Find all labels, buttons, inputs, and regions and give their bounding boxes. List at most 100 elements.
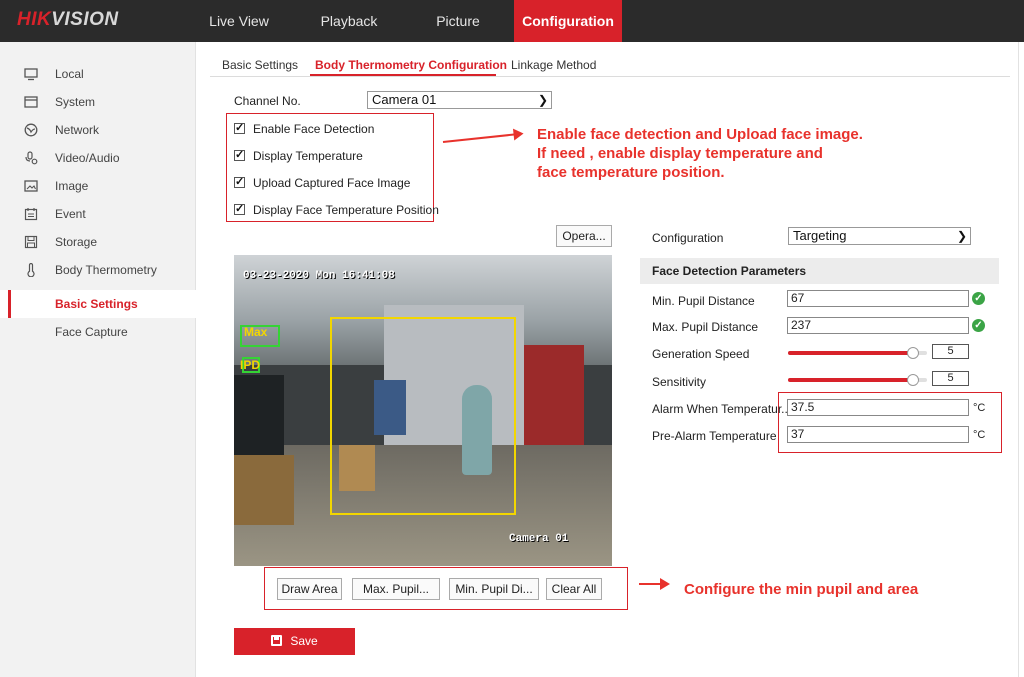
annotation-top-line1: Enable face detection and Upload face im… bbox=[537, 126, 863, 143]
sidebar-item-image[interactable]: Image bbox=[0, 172, 196, 200]
check-circle-icon: ✓ bbox=[972, 319, 985, 332]
sidebar-item-label: Local bbox=[55, 67, 84, 81]
annotation-top-line3: face temperature position. bbox=[537, 164, 725, 181]
live-video-preview[interactable]: 03-23-2020 Mon 16:41:08 Max IPD Camera 0… bbox=[234, 255, 612, 566]
pre-alarm-temperature-label: Pre-Alarm Temperature bbox=[652, 429, 777, 443]
thermometer-icon bbox=[27, 263, 35, 277]
sensitivity-label: Sensitivity bbox=[652, 375, 707, 389]
sidebar-item-label: Event bbox=[55, 207, 86, 221]
tab-body-thermometry-configuration[interactable]: Body Thermometry Configuration bbox=[315, 58, 507, 72]
video-scene-red-wall bbox=[524, 345, 584, 455]
tab-linkage-method[interactable]: Linkage Method bbox=[511, 58, 596, 72]
check-circle-icon: ✓ bbox=[972, 292, 985, 305]
display-temperature-checkbox[interactable] bbox=[234, 148, 245, 161]
min-pupil-button[interactable]: Min. Pupil Di... bbox=[449, 578, 539, 600]
max-pupil-button[interactable]: Max. Pupil... bbox=[352, 578, 440, 600]
sidebar-item-label: Image bbox=[55, 179, 89, 193]
pre-alarm-temperature-unit: °C bbox=[973, 429, 986, 441]
nav-configuration[interactable]: Configuration bbox=[514, 0, 622, 42]
max-pupil-label: Max bbox=[244, 325, 268, 339]
pre-alarm-temperature-input[interactable]: 37 bbox=[787, 426, 969, 443]
video-scene-boxes bbox=[234, 455, 294, 525]
opera-button[interactable]: Opera... bbox=[556, 225, 612, 247]
sidebar-item-label: Storage bbox=[55, 235, 98, 249]
sensitivity-value[interactable]: 5 bbox=[932, 371, 969, 386]
system-icon bbox=[24, 96, 38, 108]
upload-captured-face-image-checkbox[interactable] bbox=[234, 175, 245, 188]
chevron-down-icon: ❯ bbox=[537, 93, 548, 107]
image-icon bbox=[24, 180, 38, 192]
clear-all-button[interactable]: Clear All bbox=[546, 578, 602, 600]
draw-area-button[interactable]: Draw Area bbox=[277, 578, 342, 600]
monitor-icon bbox=[24, 68, 38, 81]
max-pupil-distance-input[interactable]: 237 bbox=[787, 317, 969, 334]
detection-area-rectangle[interactable] bbox=[330, 317, 516, 515]
video-timestamp: 03-23-2020 Mon 16:41:08 bbox=[243, 270, 395, 282]
sidebar-item-face-capture[interactable]: Face Capture bbox=[0, 318, 196, 346]
sidebar-item-event[interactable]: Event bbox=[0, 200, 196, 228]
annotation-arrow-bottom bbox=[639, 578, 670, 590]
sidebar-item-storage[interactable]: Storage bbox=[0, 228, 196, 256]
generation-speed-label: Generation Speed bbox=[652, 347, 750, 361]
channel-label: Channel No. bbox=[234, 94, 301, 108]
nav-live-view[interactable]: Live View bbox=[208, 0, 270, 42]
display-face-temperature-position-label: Display Face Temperature Position bbox=[253, 203, 439, 217]
sidebar-item-label: Body Thermometry bbox=[55, 263, 157, 277]
configuration-select-value: Targeting bbox=[793, 228, 847, 243]
configuration-label: Configuration bbox=[652, 231, 724, 245]
enable-face-detection-checkbox[interactable] bbox=[234, 121, 245, 134]
event-icon bbox=[24, 208, 38, 221]
channel-select[interactable]: Camera 01 ❯ bbox=[367, 91, 552, 109]
alarm-temperature-label: Alarm When Temperatur... bbox=[652, 402, 792, 416]
sidebar-item-local[interactable]: Local bbox=[0, 60, 196, 88]
annotation-arrow-top bbox=[442, 133, 518, 143]
sidebar-item-label: System bbox=[55, 95, 96, 109]
sidebar: Local System Network Video/Audio Image E… bbox=[0, 42, 196, 677]
generation-speed-slider-fill bbox=[788, 351, 913, 355]
generation-speed-slider-handle[interactable] bbox=[907, 347, 919, 359]
sidebar-item-network[interactable]: Network bbox=[0, 116, 196, 144]
channel-select-value: Camera 01 bbox=[372, 92, 437, 107]
face-detection-parameters-header: Face Detection Parameters bbox=[640, 258, 999, 284]
annotation-top-line2: If need , enable display temperature and bbox=[537, 145, 823, 162]
alarm-temperature-unit: °C bbox=[973, 402, 986, 414]
min-pupil-distance-input[interactable]: 67 bbox=[787, 290, 969, 307]
floppy-disk-icon bbox=[271, 635, 283, 646]
min-pupil-distance-label: Min. Pupil Distance bbox=[652, 294, 755, 308]
max-pupil-distance-label: Max. Pupil Distance bbox=[652, 320, 759, 334]
hikvision-logo: HIKVISION bbox=[17, 9, 119, 30]
active-tab-indicator bbox=[310, 74, 496, 76]
tab-basic-settings[interactable]: Basic Settings bbox=[222, 58, 298, 72]
sensitivity-slider-fill bbox=[788, 378, 913, 382]
sidebar-item-label: Face Capture bbox=[55, 325, 128, 339]
configuration-select[interactable]: Targeting ❯ bbox=[788, 227, 971, 245]
annotation-bottom: Configure the min pupil and area bbox=[684, 581, 919, 598]
video-camera-label: Camera 01 bbox=[509, 533, 569, 545]
generation-speed-value[interactable]: 5 bbox=[932, 344, 969, 359]
top-nav-bar: HIKVISION Live View Playback Picture Con… bbox=[0, 0, 1024, 42]
tab-divider bbox=[210, 76, 1010, 77]
save-button-label: Save bbox=[290, 634, 318, 648]
content-right-border bbox=[1018, 42, 1019, 677]
sidebar-item-label: Basic Settings bbox=[55, 297, 138, 311]
sensitivity-slider-handle[interactable] bbox=[907, 374, 919, 386]
alarm-temperature-input[interactable]: 37.5 bbox=[787, 399, 969, 416]
sidebar-item-basic-settings[interactable]: Basic Settings bbox=[0, 290, 196, 318]
sidebar-item-label: Video/Audio bbox=[55, 151, 120, 165]
network-icon bbox=[24, 123, 38, 137]
sidebar-item-system[interactable]: System bbox=[0, 88, 196, 116]
upload-captured-face-image-label: Upload Captured Face Image bbox=[253, 176, 411, 190]
sidebar-item-label: Network bbox=[55, 123, 100, 137]
sidebar-item-video-audio[interactable]: Video/Audio bbox=[0, 144, 196, 172]
min-pupil-label: IPD bbox=[240, 358, 261, 372]
display-temperature-label: Display Temperature bbox=[253, 149, 363, 163]
display-face-temperature-position-checkbox[interactable] bbox=[234, 202, 245, 215]
video-audio-icon bbox=[25, 151, 38, 165]
storage-icon bbox=[24, 235, 38, 249]
enable-face-detection-label: Enable Face Detection bbox=[253, 122, 375, 136]
nav-playback[interactable]: Playback bbox=[318, 0, 380, 42]
save-button[interactable]: Save bbox=[234, 628, 355, 655]
chevron-down-icon: ❯ bbox=[956, 229, 967, 243]
sidebar-item-body-thermometry[interactable]: Body Thermometry bbox=[0, 256, 196, 284]
nav-picture[interactable]: Picture bbox=[432, 0, 484, 42]
